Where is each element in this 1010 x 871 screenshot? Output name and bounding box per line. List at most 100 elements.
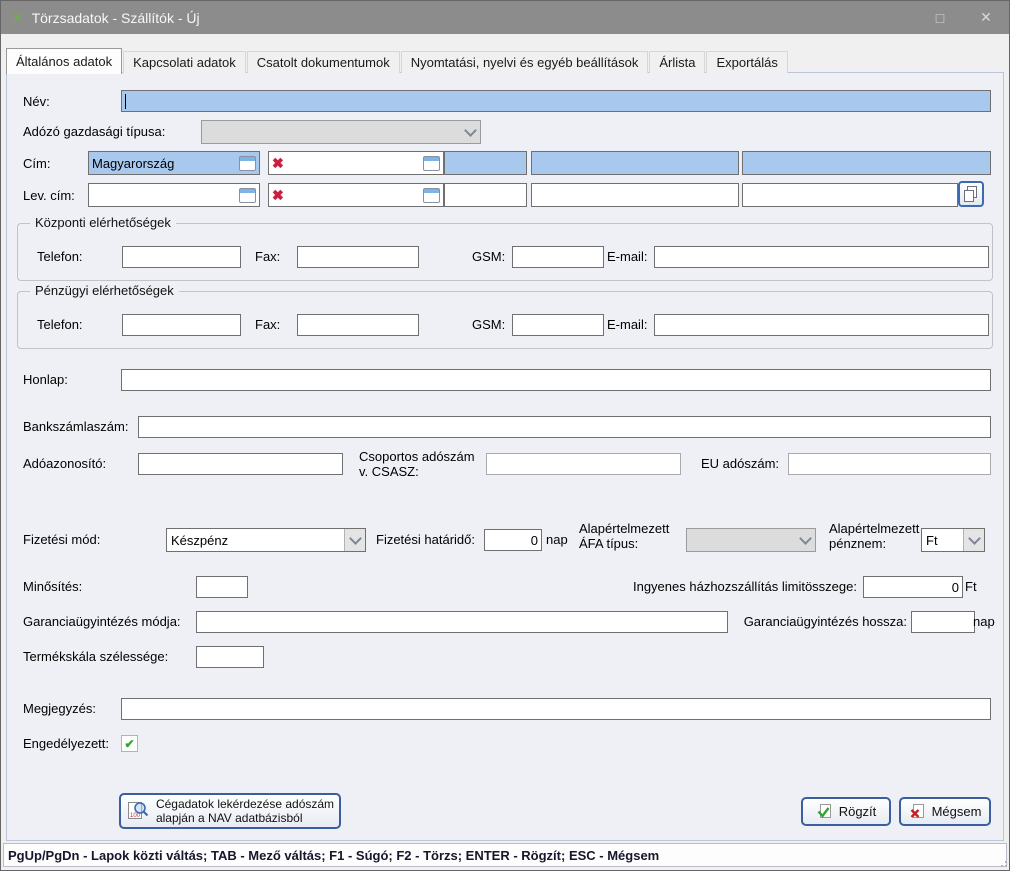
tab-bar: Általános adatok Kapcsolati adatok Csato… — [6, 48, 789, 73]
save-check-icon — [816, 803, 833, 820]
bank-account-input[interactable] — [138, 416, 991, 438]
name-input[interactable] — [121, 90, 991, 112]
warranty-method-label: Garanciaügyintézés módja: — [23, 614, 181, 629]
eu-tax-label: EU adószám: — [701, 456, 779, 471]
free-delivery-limit-input[interactable]: 0 — [863, 576, 963, 598]
save-button[interactable]: Rögzít — [801, 797, 891, 826]
tab-exportalas[interactable]: Exportálás — [706, 51, 787, 73]
clear-icon[interactable]: ✖ — [272, 188, 284, 202]
title-bar: ✳ Törzsadatok - Szállítók - Új □ ✕ — [1, 1, 1009, 34]
phone-label: Telefon: — [37, 249, 83, 264]
central-fax-input[interactable] — [297, 246, 419, 268]
central-gsm-input[interactable] — [512, 246, 604, 268]
financial-email-input[interactable] — [654, 314, 989, 336]
group-tax-input[interactable] — [486, 453, 681, 475]
tab-csatolt-dokumentumok[interactable]: Csatolt dokumentumok — [247, 51, 400, 73]
payment-method-label: Fizetési mód: — [23, 532, 100, 547]
payment-deadline-unit: nap — [546, 532, 568, 547]
svg-text:100: 100 — [130, 813, 141, 819]
financial-gsm-input[interactable] — [512, 314, 604, 336]
address-street2-input[interactable] — [742, 151, 991, 175]
rating-input[interactable] — [196, 576, 248, 598]
check-icon: ✔ — [124, 737, 134, 751]
free-delivery-limit-unit: Ft — [965, 579, 977, 594]
nav-button-line2: alapján a NAV adatbázisból — [156, 811, 303, 825]
cancel-button-label: Mégsem — [932, 804, 982, 819]
central-contacts-group: Központi elérhetőségek Telefon: Fax: GSM… — [17, 223, 993, 281]
rating-label: Minősítés: — [23, 579, 82, 594]
nav-company-lookup-button[interactable]: 100 Cégadatok lekérdezése adószám alapjá… — [119, 793, 341, 829]
copy-address-button[interactable] — [958, 181, 984, 207]
product-range-input[interactable] — [196, 646, 264, 668]
address-label: Cím: — [23, 156, 50, 171]
default-vat-select[interactable] — [686, 528, 816, 552]
financial-phone-input[interactable] — [122, 314, 241, 336]
payment-method-select[interactable]: Készpénz — [166, 528, 366, 552]
payment-deadline-label: Fizetési határidő: — [376, 532, 475, 547]
warranty-length-label: Garanciaügyintézés hossza: — [607, 614, 907, 629]
mailing-street2-input[interactable] — [742, 183, 958, 207]
mailing-street-input[interactable] — [531, 183, 739, 207]
tab-altalanos-adatok[interactable]: Általános adatok — [6, 48, 122, 74]
address-city-field[interactable]: ✖ — [268, 151, 444, 175]
email-label: E-mail: — [607, 317, 647, 332]
gsm-label: GSM: — [472, 249, 505, 264]
central-phone-input[interactable] — [122, 246, 241, 268]
chevron-down-icon — [464, 124, 477, 137]
warranty-length-input[interactable] — [911, 611, 975, 633]
group-tax-label: Csoportos adószám v. CSASZ: — [359, 449, 481, 479]
payment-deadline-input[interactable]: 0 — [484, 529, 542, 551]
window-title: Törzsadatok - Szállítók - Új — [32, 10, 200, 26]
tax-id-input[interactable] — [138, 453, 343, 475]
copy-icon — [962, 185, 980, 203]
eu-tax-input[interactable] — [788, 453, 991, 475]
warranty-length-unit: nap — [973, 614, 995, 629]
gsm-label: GSM: — [472, 317, 505, 332]
mailing-country-field[interactable] — [88, 183, 260, 207]
tab-page-general: Név: Adózó gazdasági típusa: Cím: Magyar… — [6, 72, 1004, 841]
phone-label: Telefon: — [37, 317, 83, 332]
website-label: Honlap: — [23, 372, 68, 387]
lookup-window-icon[interactable] — [239, 188, 256, 203]
mailing-address-label: Lev. cím: — [23, 188, 75, 203]
mailing-city-field[interactable]: ✖ — [268, 183, 444, 207]
text-caret — [125, 94, 126, 109]
lookup-window-icon[interactable] — [423, 188, 440, 203]
tab-nyomtatasi-beallitasok[interactable]: Nyomtatási, nyelvi és egyéb beállítások — [401, 51, 649, 73]
resize-grip[interactable] — [999, 859, 1007, 867]
product-range-label: Termékskála szélessége: — [23, 649, 168, 664]
fax-label: Fax: — [255, 249, 280, 264]
chevron-down-icon — [349, 532, 362, 545]
central-email-input[interactable] — [654, 246, 989, 268]
app-icon: ✳ — [11, 9, 24, 27]
close-button[interactable]: ✕ — [963, 1, 1009, 34]
taxpayer-type-label: Adózó gazdasági típusa: — [23, 124, 165, 139]
lookup-window-icon[interactable] — [239, 156, 256, 171]
mailing-zip-input[interactable] — [444, 183, 527, 207]
financial-fax-input[interactable] — [297, 314, 419, 336]
cancel-button[interactable]: Mégsem — [899, 797, 991, 826]
clear-icon[interactable]: ✖ — [272, 156, 284, 170]
tab-arlista[interactable]: Árlista — [649, 51, 705, 73]
address-street-input[interactable] — [531, 151, 739, 175]
financial-contacts-title: Pénzügyi elérhetőségek — [30, 283, 179, 298]
tab-kapcsolati-adatok[interactable]: Kapcsolati adatok — [123, 51, 246, 73]
address-zip-input[interactable] — [444, 151, 527, 175]
maximize-button[interactable]: □ — [917, 1, 963, 34]
bank-account-label: Bankszámlaszám: — [23, 419, 128, 434]
address-country-field[interactable]: Magyarország — [88, 151, 260, 175]
website-input[interactable] — [121, 369, 991, 391]
taxpayer-type-select[interactable] — [201, 120, 481, 144]
lookup-window-icon[interactable] — [423, 156, 440, 171]
save-button-label: Rögzít — [839, 804, 877, 819]
nav-button-line1: Cégadatok lekérdezése adószám — [156, 797, 334, 811]
status-bar: PgUp/PgDn - Lapok közti váltás; TAB - Me… — [1, 841, 1009, 870]
cancel-x-icon — [909, 803, 926, 820]
name-label: Név: — [23, 94, 50, 109]
dialog-window: ✳ Törzsadatok - Szállítók - Új □ ✕ Által… — [0, 0, 1010, 871]
fax-label: Fax: — [255, 317, 280, 332]
enabled-checkbox[interactable]: ✔ — [121, 735, 138, 752]
comment-input[interactable] — [121, 698, 991, 720]
default-vat-label: Alapértelmezett ÁFA típus: — [579, 521, 685, 551]
default-currency-select[interactable]: Ft — [921, 528, 985, 552]
